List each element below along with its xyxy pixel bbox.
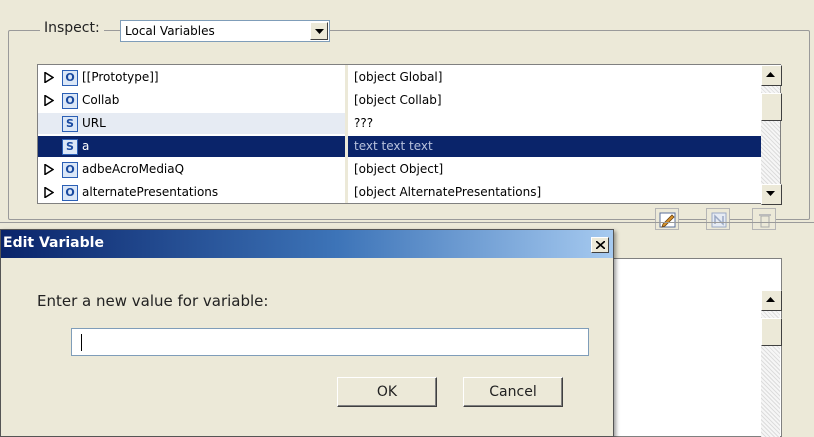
chevron-down-icon[interactable]: [310, 22, 328, 40]
inspect-select[interactable]: Local Variables: [120, 20, 330, 42]
lower-list[interactable]: [610, 258, 782, 437]
dialog-close-button[interactable]: [591, 237, 609, 253]
variable-row[interactable]: OadbeAcroMediaQ [object Object]: [38, 159, 762, 180]
variable-name: a: [82, 139, 90, 153]
variable-row[interactable]: O [[Prototype]] [object Global]: [38, 67, 762, 88]
object-type-icon: O: [62, 70, 78, 86]
cancel-button[interactable]: Cancel: [463, 377, 563, 407]
variable-name: URL: [82, 116, 106, 130]
expand-triangle-icon[interactable]: [44, 164, 54, 175]
lower-scroll-up-button[interactable]: [761, 290, 782, 311]
string-type-icon: S: [62, 116, 78, 132]
dialog-title: Edit Variable: [3, 235, 104, 251]
variable-row[interactable]: OalternatePresentations [object Alternate…: [38, 182, 762, 203]
scroll-thumb[interactable]: [761, 93, 782, 121]
variables-list[interactable]: O [[Prototype]] [object Global] O Collab [obj…: [37, 64, 781, 204]
inspect-label: Inspect:: [40, 20, 104, 36]
object-type-icon: O: [62, 162, 78, 178]
variable-value[interactable]: text text text: [348, 136, 768, 157]
variable-name: adbeAcroMediaQ: [82, 162, 185, 176]
object-type-icon: O: [62, 93, 78, 109]
string-type-icon: S: [62, 139, 78, 155]
variable-name-cell[interactable]: O Collab: [38, 90, 345, 111]
edit-variable-dialog: Edit Variable Enter a new value for vari…: [0, 229, 614, 437]
variable-value-input[interactable]: [71, 328, 589, 356]
variable-name: [[Prototype]]: [82, 70, 159, 84]
variable-value[interactable]: [object Collab]: [348, 90, 768, 111]
lower-scrollbar[interactable]: [761, 290, 782, 437]
variable-row[interactable]: S URL???: [38, 113, 762, 134]
expand-triangle-icon[interactable]: [44, 187, 54, 198]
text-caret: [81, 334, 82, 351]
close-icon: [596, 241, 605, 249]
variable-name: Collab: [82, 93, 120, 107]
variable-value[interactable]: [object Object]: [348, 159, 768, 180]
variables-scrollbar[interactable]: [761, 65, 782, 205]
variable-name-cell[interactable]: OalternatePresentations: [38, 182, 345, 203]
inspect-selected-value: Local Variables: [125, 24, 215, 38]
variable-value[interactable]: ???: [348, 113, 768, 134]
expand-triangle-icon[interactable]: [44, 95, 54, 106]
dialog-prompt: Enter a new value for variable:: [37, 292, 269, 310]
variable-row[interactable]: O Collab [object Collab]: [38, 90, 762, 111]
ok-button[interactable]: OK: [337, 377, 437, 407]
variable-name-cell[interactable]: O [[Prototype]]: [38, 67, 345, 88]
variable-value[interactable]: [object Global]: [348, 67, 768, 88]
lower-scroll-thumb[interactable]: [761, 318, 782, 346]
variable-name-cell[interactable]: S URL: [38, 113, 345, 134]
expand-triangle-icon[interactable]: [44, 72, 54, 83]
object-type-icon: O: [62, 185, 78, 201]
variable-name: alternatePresentations: [82, 185, 219, 199]
variable-name-cell[interactable]: OadbeAcroMediaQ: [38, 159, 345, 180]
dialog-titlebar[interactable]: Edit Variable: [1, 230, 613, 258]
variable-value[interactable]: [object AlternatePresentations]: [348, 182, 768, 203]
scroll-up-button[interactable]: [761, 65, 782, 86]
variable-row[interactable]: Sa text text text: [38, 136, 768, 157]
scroll-down-button[interactable]: [761, 184, 782, 205]
variable-name-cell[interactable]: Sa: [38, 136, 345, 157]
